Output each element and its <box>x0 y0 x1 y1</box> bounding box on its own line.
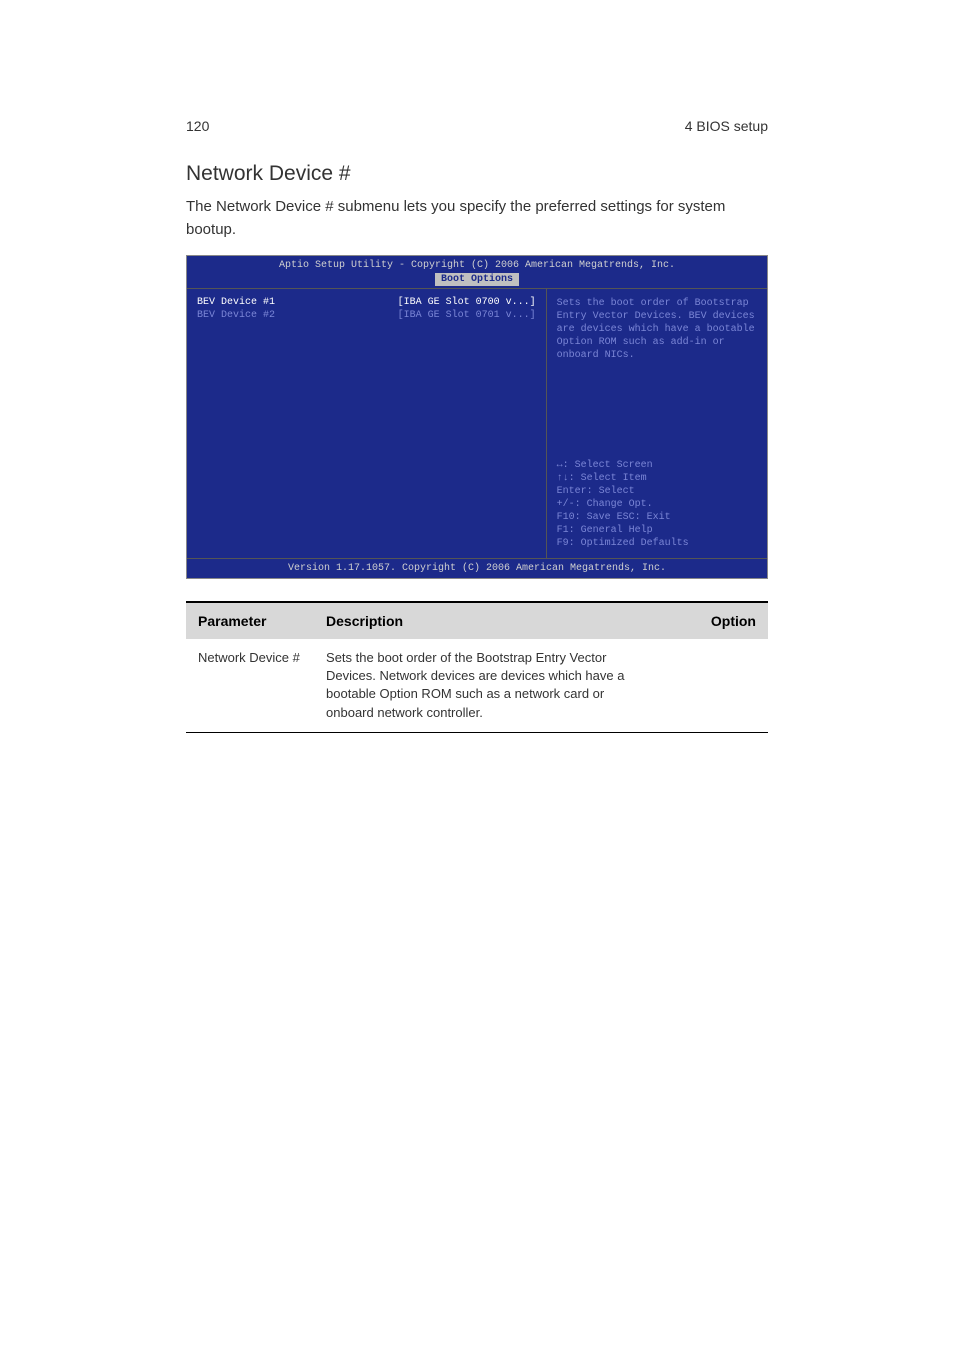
bios-key-legend: ↔: Select Screen ↑↓: Select Item Enter: … <box>557 459 757 550</box>
page-header: 120 4 BIOS setup <box>186 118 768 134</box>
cell-description: Sets the boot order of the Bootstrap Ent… <box>314 639 652 732</box>
bios-option-label: BEV Device #2 <box>197 310 275 321</box>
bios-option-row: BEV Device #2 [IBA GE Slot 0701 v...] <box>197 310 536 321</box>
bios-key-line: ↔: Select Screen <box>557 459 757 472</box>
bios-tab-bar: Boot Options <box>187 271 767 288</box>
bios-right-panel: Sets the boot order of Bootstrap Entry V… <box>547 289 767 558</box>
chapter-label: 4 BIOS setup <box>685 118 768 134</box>
bios-option-value: [IBA GE Slot 0700 v...] <box>398 297 536 308</box>
bios-body: BEV Device #1 [IBA GE Slot 0700 v...] BE… <box>187 288 767 558</box>
bios-option-label: BEV Device #1 <box>197 297 275 308</box>
page-number: 120 <box>186 118 209 134</box>
th-parameter: Parameter <box>186 602 314 639</box>
bios-help-text: Sets the boot order of Bootstrap Entry V… <box>557 297 757 362</box>
table-row: Network Device # Sets the boot order of … <box>186 639 768 732</box>
bios-footer: Version 1.17.1057. Copyright (C) 2006 Am… <box>187 558 767 578</box>
bios-tab-boot-options: Boot Options <box>435 273 519 286</box>
section-intro: The Network Device # submenu lets you sp… <box>186 196 768 241</box>
bios-key-line: Enter: Select <box>557 485 757 498</box>
bios-left-panel: BEV Device #1 [IBA GE Slot 0700 v...] BE… <box>187 289 547 558</box>
bios-key-line: F1: General Help <box>557 524 757 537</box>
bios-key-line: ↑↓: Select Item <box>557 472 757 485</box>
cell-option <box>652 639 768 732</box>
cell-parameter: Network Device # <box>186 639 314 732</box>
table-header-row: Parameter Description Option <box>186 602 768 639</box>
bios-key-line: F10: Save ESC: Exit <box>557 511 757 524</box>
section-title: Network Device # <box>186 162 768 186</box>
bios-option-value: [IBA GE Slot 0701 v...] <box>398 310 536 321</box>
th-option: Option <box>652 602 768 639</box>
parameter-table: Parameter Description Option Network Dev… <box>186 601 768 733</box>
bios-key-line: +/-: Change Opt. <box>557 498 757 511</box>
bios-option-row: BEV Device #1 [IBA GE Slot 0700 v...] <box>197 297 536 308</box>
bios-title-bar: Aptio Setup Utility - Copyright (C) 2006… <box>187 256 767 271</box>
bios-key-line: F9: Optimized Defaults <box>557 537 757 550</box>
bios-screenshot: Aptio Setup Utility - Copyright (C) 2006… <box>186 255 768 579</box>
th-description: Description <box>314 602 652 639</box>
